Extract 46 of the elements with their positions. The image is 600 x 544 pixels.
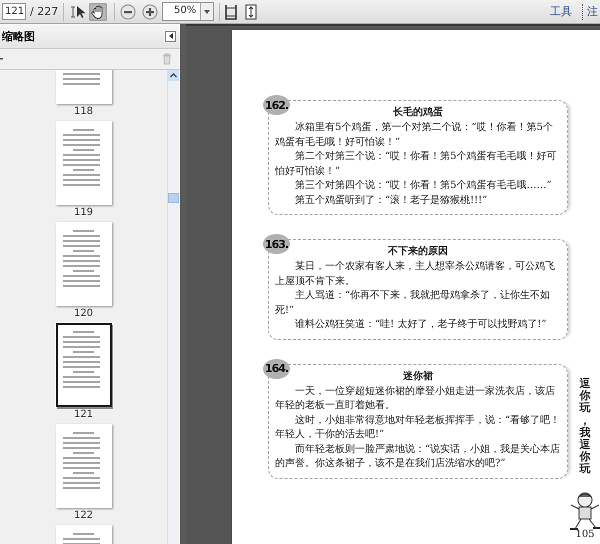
joke-paragraph: 主人骂道：“你再不下来，我就把母鸡拿杀了，让你生不如死!” — [275, 289, 552, 318]
page-thumbnail[interactable] — [56, 424, 112, 508]
zoom-in-icon[interactable] — [142, 4, 158, 20]
panel-title: 缩略图 — [2, 28, 35, 44]
joke-number-badge: 162. — [263, 95, 290, 115]
thumbnail-label: 121 — [74, 409, 94, 421]
joke-number-badge: 164. — [263, 358, 290, 378]
joke-paragraph: 一天，一位穿超短迷你裙的摩登小姐走进一家洗衣店，该店年轻的老板一直盯着她看。 — [275, 384, 556, 413]
thumbnail-label: 118 — [74, 106, 94, 118]
fit-width-icon[interactable] — [245, 4, 258, 20]
menu-link[interactable]: 注 — [587, 4, 598, 19]
page-count: / 227 — [30, 5, 58, 18]
vertical-title: 逗你玩，我逗你玩 — [580, 378, 590, 475]
joke-paragraph: 冰箱里有5个鸡蛋，第一个对第二个说：“哎！你看！第5个鸡蛋有毛毛哦！好可怕诶！” — [275, 121, 554, 150]
joke-paragraph: 第二个对第三个说：“哎！你看！第5个鸡蛋有毛毛哦！好可怕好可怕诶！” — [275, 150, 558, 178]
zoom-field[interactable]: 50% — [162, 2, 214, 21]
collapse-button[interactable] — [165, 30, 176, 42]
page-thumbnail[interactable] — [56, 222, 112, 306]
joke-number-badge: 163. — [263, 234, 290, 254]
tools-link[interactable]: 工具 — [550, 4, 572, 19]
options-icon[interactable] — [0, 58, 4, 60]
fit-page-icon[interactable] — [225, 4, 238, 20]
page-number-field[interactable]: 121 — [2, 3, 26, 20]
thumbnail-label: 119 — [74, 207, 94, 219]
joke-title: 迷你裙 — [402, 370, 434, 382]
page-thumbnail[interactable] — [56, 323, 112, 407]
joke-paragraph: 这时，小姐非常得意地对年轻老板挥挥手，说：“看够了吧！年轻人，干你的活去吧!” — [275, 414, 561, 442]
joke-paragraph: 第三个对第四个说：“哎！你看！第5个鸡蛋有毛毛哦……” — [294, 179, 553, 193]
zoom-out-icon[interactable] — [120, 4, 136, 20]
scrollbar[interactable] — [167, 70, 180, 544]
thumbnail-label: 122 — [74, 510, 94, 522]
thumbnail-label: 120 — [74, 308, 94, 320]
joke-paragraph: 第五个鸡蛋听到了：“滚！老子是猕猴桃!!!” — [294, 194, 488, 208]
caret-icon — [168, 33, 172, 39]
caret-icon — [204, 10, 210, 14]
joke-paragraph: 某日，一个农家有客人来，主人想宰杀公鸡请客，可公鸡飞上屋顶不肯下来。 — [275, 260, 556, 288]
cartoon-figure-drawing — [568, 491, 600, 531]
joke-paragraph: 谁料公鸡狂笑道：“哇! 太好了，老子终于可以找野鸡了!” — [294, 318, 548, 332]
hand-tool-button[interactable] — [89, 2, 108, 20]
hand-icon — [91, 4, 106, 18]
joke-paragraph: 而年轻老板则一脸严肃地说：“说实话，小姐，我是关心本店的声誉。你这条裙子，该不是在我们店洗缩水的吧?” — [275, 442, 561, 471]
scroll-thumb[interactable] — [168, 192, 179, 202]
text-cursor-arrow-icon — [71, 4, 86, 18]
page-number: 105 — [575, 529, 595, 540]
page-thumbnail[interactable] — [56, 121, 112, 205]
scroll-up-icon[interactable] — [168, 70, 179, 81]
